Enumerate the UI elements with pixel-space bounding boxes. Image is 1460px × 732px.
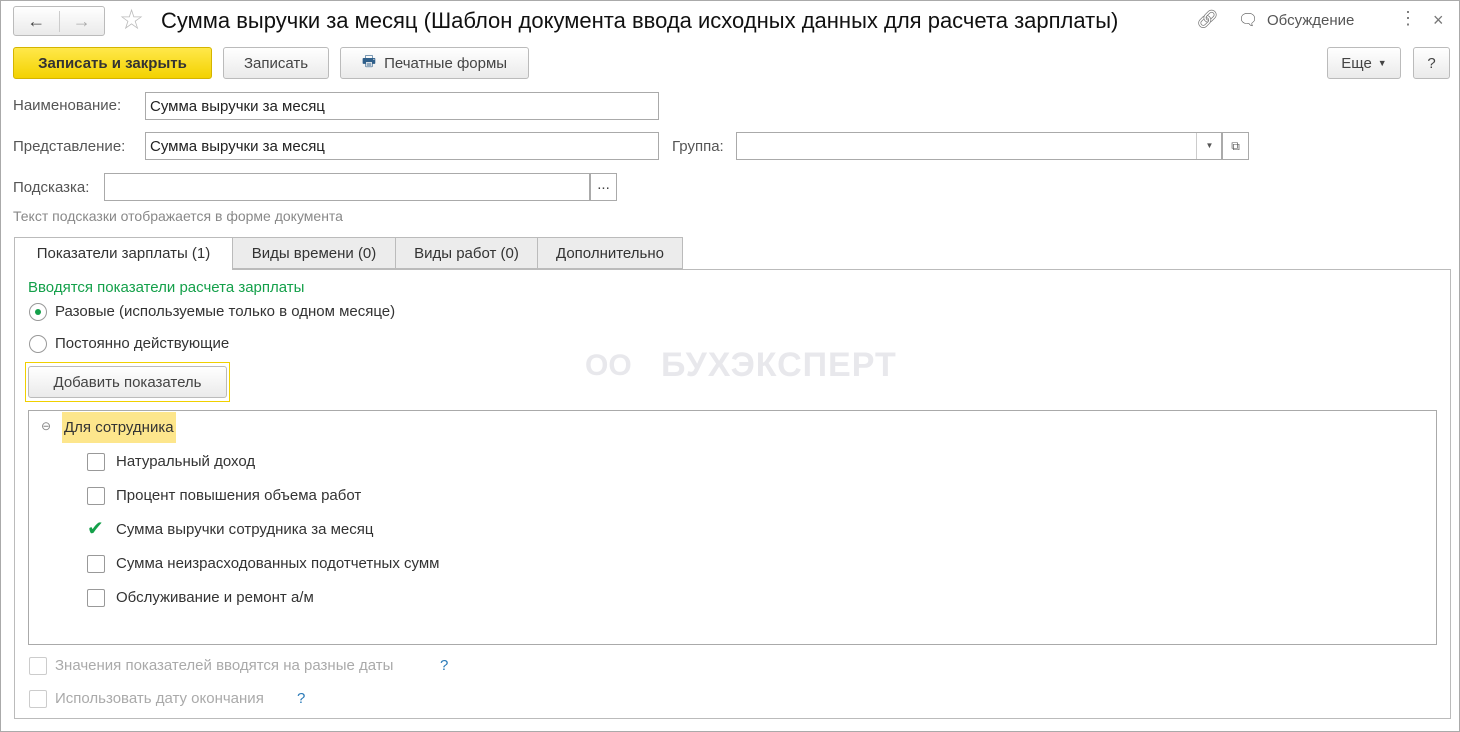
tree-group[interactable]: Для сотрудника	[62, 412, 176, 443]
name-input[interactable]: Сумма выручки за месяц	[145, 92, 659, 120]
radio-permanent[interactable]	[29, 335, 47, 353]
section-title: Вводятся показатели расчета зарплаты	[28, 279, 305, 296]
nav-buttons: ← →	[13, 6, 105, 36]
tree-item: Сумма выручки сотрудника за месяц	[116, 521, 374, 538]
window-title: Сумма выручки за месяц (Шаблон документа…	[161, 8, 1119, 33]
group-dropdown-icon[interactable]: ▼	[1196, 133, 1222, 159]
collapse-icon[interactable]: ⊖	[41, 419, 51, 433]
radio-once[interactable]	[29, 303, 47, 321]
tree-item: Обслуживание и ремонт а/м	[116, 589, 314, 606]
hint-note: Текст подсказки отображается в форме док…	[13, 208, 343, 224]
end-date-label: Использовать дату окончания	[55, 690, 264, 707]
help-button[interactable]: ?	[1413, 47, 1450, 79]
tab-salary-indicators[interactable]: Показатели зарплаты (1)	[14, 237, 233, 270]
forward-button[interactable]: →	[60, 11, 105, 32]
tree-item: Сумма неизрасходованных подотчетных сумм	[116, 555, 440, 572]
hint-select-button[interactable]: ...	[590, 173, 617, 201]
back-button[interactable]: ←	[14, 10, 60, 32]
radio-once-label: Разовые (используемые только в одном мес…	[55, 303, 396, 320]
close-icon[interactable]: ×	[1433, 10, 1444, 31]
checkbox-item-3[interactable]: ✔	[87, 518, 105, 540]
owl-logo-icon: OO	[585, 349, 632, 382]
help-end-date[interactable]: ?	[297, 690, 305, 707]
more-label: Еще	[1341, 54, 1372, 72]
more-button[interactable]: Еще ▼	[1327, 47, 1401, 79]
help-different-dates[interactable]: ?	[440, 657, 448, 674]
different-dates-label: Значения показателей вводятся на разные …	[55, 657, 394, 674]
hint-input[interactable]	[104, 173, 590, 201]
watermark-logo: БУХЭКСПЕРТ	[661, 346, 897, 384]
group-open-icon[interactable]: ⧉	[1222, 132, 1249, 160]
tree-item: Процент повышения объема работ	[116, 487, 362, 504]
add-indicator-button[interactable]: Добавить показатель	[28, 366, 227, 398]
radio-permanent-label: Постоянно действующие	[55, 335, 230, 352]
save-button[interactable]: Записать	[223, 47, 329, 79]
checkbox-item-2[interactable]	[87, 487, 105, 505]
tree-item: Натуральный доход	[116, 453, 256, 470]
representation-label: Представление:	[13, 138, 126, 155]
discussion-link[interactable]: Обсуждение	[1267, 12, 1354, 29]
chevron-down-icon: ▼	[1377, 58, 1387, 68]
tab-work-types[interactable]: Виды работ (0)	[395, 237, 538, 269]
printer-icon: 🖶︎	[361, 52, 377, 70]
checkbox-item-5[interactable]	[87, 589, 105, 607]
more-menu-icon[interactable]: ⋮	[1399, 8, 1417, 29]
checkmark-icon: ✔	[87, 518, 104, 540]
representation-input[interactable]: Сумма выручки за месяц	[145, 132, 659, 160]
discussion-icon[interactable]: 🗨︎	[1238, 10, 1258, 30]
tab-additional[interactable]: Дополнительно	[537, 237, 683, 269]
checkbox-item-1[interactable]	[87, 453, 105, 471]
group-label: Группа:	[672, 138, 724, 155]
hint-label: Подсказка:	[13, 179, 90, 196]
print-forms-label: Печатные формы	[384, 54, 508, 72]
favorite-star-icon[interactable]: ☆	[119, 3, 144, 36]
tab-time-types[interactable]: Виды времени (0)	[232, 237, 396, 269]
print-forms-button[interactable]: 🖶︎ Печатные формы	[340, 47, 529, 79]
save-and-close-button[interactable]: Записать и закрыть	[13, 47, 212, 79]
group-input[interactable]	[736, 132, 1222, 160]
checkbox-different-dates[interactable]	[29, 657, 47, 675]
name-label: Наименование:	[13, 97, 122, 114]
link-icon[interactable]: 🔗︎	[1196, 9, 1219, 30]
checkbox-item-4[interactable]	[87, 555, 105, 573]
checkbox-end-date[interactable]	[29, 690, 47, 708]
